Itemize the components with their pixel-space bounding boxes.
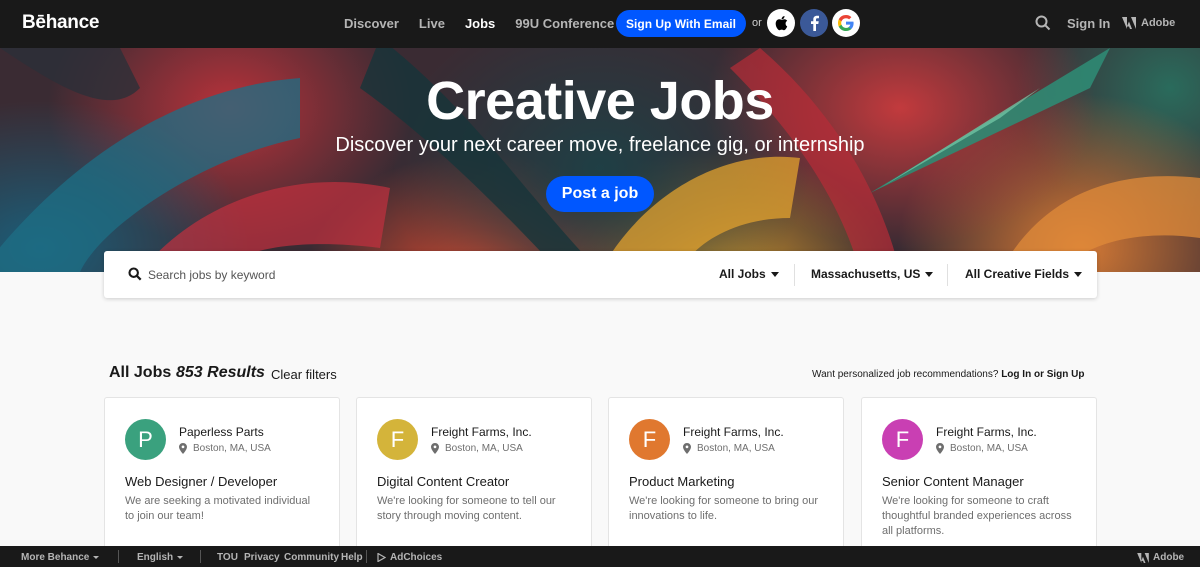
job-card[interactable]: F Freight Farms, Inc. Boston, MA, USA Pr… [608,397,844,557]
location-filter[interactable]: Massachusetts, US [811,267,934,281]
recommendation-prompt: Want personalized job recommendations? L… [812,369,1085,380]
chevron-down-icon [177,556,184,559]
job-card[interactable]: F Freight Farms, Inc. Boston, MA, USA Di… [356,397,592,557]
footer-bar: More Behance English TOU Privacy Communi… [0,546,1200,567]
nav-link-jobs[interactable]: Jobs [465,16,495,31]
google-sign-in-button[interactable] [832,9,860,37]
footer-link-tou[interactable]: TOU [217,552,238,563]
apple-sign-in-button[interactable] [767,9,795,37]
results-title: All Jobs [109,364,172,381]
apple-icon [775,16,788,31]
location-pin-icon [936,443,944,454]
job-description: We're looking for someone to bring our i… [629,495,818,522]
hero-banner: Creative Jobs Discover your next career … [0,48,1200,272]
chevron-down-icon [1074,271,1083,277]
or-separator: or [752,17,762,29]
language-selector[interactable]: English [137,552,184,563]
location-pin-icon [431,443,439,454]
location-filter-label: Massachusetts, US [811,267,921,281]
top-nav: Bēhance Discover Live Jobs 99U Conferenc… [0,0,1200,48]
footer-divider [200,550,201,563]
facebook-icon [810,15,819,31]
job-location: Boston, MA, USA [936,443,1028,454]
job-location: Boston, MA, USA [179,443,271,454]
post-a-job-button[interactable]: Post a job [546,176,654,212]
adobe-label: Adobe [1141,17,1176,29]
footer-link-community[interactable]: Community [284,552,339,563]
adchoices-label: AdChoices [390,552,443,563]
more-behance-menu[interactable]: More Behance [21,552,100,563]
google-icon [838,15,854,31]
job-search-bar: All Jobs Massachusetts, US All Creative … [104,251,1097,298]
company-name[interactable]: Freight Farms, Inc. [683,425,784,439]
hero-title: Creative Jobs [426,71,774,131]
chevron-down-icon [770,271,779,277]
job-title[interactable]: Product Marketing [629,474,735,489]
nav-link-live[interactable]: Live [419,16,445,31]
recommendation-text: Want personalized job recommendations? [812,369,999,380]
nav-link-99u-conference[interactable]: 99U Conference [515,16,614,31]
log-in-or-sign-up-link[interactable]: Log In or Sign Up [1001,369,1084,380]
footer-adobe-link[interactable]: Adobe [1137,552,1184,563]
more-behance-label: More Behance [21,552,90,563]
job-type-filter[interactable]: All Jobs [719,267,779,281]
adobe-link[interactable]: Adobe [1122,17,1175,29]
nav-links: Discover Live Jobs 99U Conference [344,16,614,31]
sign-up-with-email-button[interactable]: Sign Up With Email [616,10,746,37]
company-name[interactable]: Paperless Parts [179,425,264,439]
adobe-icon [1122,17,1136,29]
creative-fields-filter[interactable]: All Creative Fields [965,267,1083,281]
job-title[interactable]: Digital Content Creator [377,474,509,489]
search-icon [1035,15,1051,31]
company-avatar: F [377,419,418,460]
job-title[interactable]: Senior Content Manager [882,474,1024,489]
footer-adobe-label: Adobe [1153,552,1185,563]
filter-divider [947,264,948,286]
clear-filters-link[interactable]: Clear filters [271,367,337,382]
nav-link-discover[interactable]: Discover [344,16,399,31]
company-avatar: P [125,419,166,460]
location-pin-icon [179,443,187,454]
job-card[interactable]: F Freight Farms, Inc. Boston, MA, USA Se… [861,397,1097,557]
job-location: Boston, MA, USA [683,443,775,454]
chevron-down-icon [93,556,100,559]
job-description: We're looking for someone to tell our st… [377,495,556,522]
search-icon [128,267,142,281]
creative-fields-filter-label: All Creative Fields [965,267,1070,281]
results-count: 853 Results [176,364,265,381]
search-button[interactable] [1035,15,1051,36]
footer-divider [118,550,119,563]
company-name[interactable]: Freight Farms, Inc. [936,425,1037,439]
job-location: Boston, MA, USA [431,443,523,454]
job-location-label: Boston, MA, USA [445,443,523,454]
job-card[interactable]: P Paperless Parts Boston, MA, USA Web De… [104,397,340,557]
adchoices-icon [377,553,386,562]
behance-logo[interactable]: Bēhance [22,12,99,34]
job-description: We're looking for someone to craft thoug… [882,495,1072,537]
hero-subtitle: Discover your next career move, freelanc… [335,134,865,156]
company-avatar: F [629,419,670,460]
footer-divider [366,550,367,563]
location-pin-icon [683,443,691,454]
company-avatar: F [882,419,923,460]
job-location-label: Boston, MA, USA [950,443,1028,454]
job-location-label: Boston, MA, USA [697,443,775,454]
company-name[interactable]: Freight Farms, Inc. [431,425,532,439]
chevron-down-icon [925,271,934,277]
job-title[interactable]: Web Designer / Developer [125,474,277,489]
sign-in-link[interactable]: Sign In [1067,16,1110,31]
job-location-label: Boston, MA, USA [193,443,271,454]
filter-divider [794,264,795,286]
language-label: English [137,552,174,563]
job-type-filter-label: All Jobs [719,267,766,281]
job-keyword-search-input[interactable] [148,265,548,285]
adobe-icon [1137,552,1149,563]
footer-link-help[interactable]: Help [341,552,363,563]
footer-link-privacy[interactable]: Privacy [244,552,280,563]
facebook-sign-in-button[interactable] [800,9,828,37]
job-description: We are seeking a motivated individual to… [125,495,311,522]
adchoices-link[interactable]: AdChoices [377,552,442,563]
